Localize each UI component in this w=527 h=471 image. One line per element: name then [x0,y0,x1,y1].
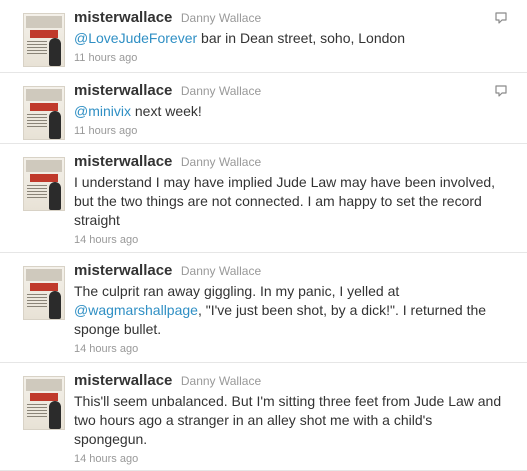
tweet-header: misterwallace Danny Wallace [74,8,504,28]
tweet-header: misterwallace Danny Wallace [74,81,504,101]
tweet-timestamp[interactable]: 14 hours ago [74,342,504,356]
avatar[interactable] [23,376,65,430]
avatar[interactable] [23,157,65,211]
tweet-item: misterwallace Danny Wallace @minivix nex… [0,73,527,144]
reply-bubble-icon[interactable] [494,11,508,25]
mention-link[interactable]: @LoveJudeForever [74,30,197,46]
tweet-timestamp[interactable]: 11 hours ago [74,51,504,65]
tweet-content: misterwallace Danny Wallace @minivix nex… [74,81,504,138]
tweet-item: misterwallace Danny Wallace The culprit … [0,253,527,363]
full-name: Danny Wallace [180,11,262,25]
tweet-header: misterwallace Danny Wallace [74,261,504,281]
screen-name-link[interactable]: misterwallace [74,82,172,99]
tweet-text: The culprit ran away giggling. In my pan… [74,282,504,339]
full-name: Danny Wallace [180,155,262,169]
tweet-text: This'll seem unbalanced. But I'm sitting… [74,393,502,447]
tweet-text-segment: The culprit ran away giggling. In my pan… [74,283,400,299]
screen-name-link[interactable]: misterwallace [74,262,172,279]
avatar[interactable] [23,266,65,320]
tweet-text: @minivix next week! [74,102,504,121]
tweet-header: misterwallace Danny Wallace [74,152,504,172]
screen-name-link[interactable]: misterwallace [74,9,172,26]
mention-link[interactable]: @wagmarshallpage [74,302,198,318]
tweet-item: misterwallace Danny Wallace This'll seem… [0,363,527,471]
tweet-timestamp[interactable]: 11 hours ago [74,124,504,138]
avatar[interactable] [23,86,65,140]
full-name: Danny Wallace [180,374,262,388]
tweet-text: @LoveJudeForever bar in Dean street, soh… [74,29,504,48]
tweet-content: misterwallace Danny Wallace This'll seem… [74,371,504,466]
tweet-content: misterwallace Danny Wallace @LoveJudeFor… [74,8,504,65]
full-name: Danny Wallace [180,84,262,98]
tweet-timestamp[interactable]: 14 hours ago [74,452,504,466]
tweet-text: I understand I may have implied Jude Law… [74,174,496,228]
tweet-item: misterwallace Danny Wallace I understand… [0,144,527,253]
mention-link[interactable]: @minivix [74,103,131,119]
reply-bubble-icon[interactable] [494,84,508,98]
tweet-timestamp[interactable]: 14 hours ago [74,233,504,247]
tweet-content: misterwallace Danny Wallace The culprit … [74,261,504,356]
tweet-header: misterwallace Danny Wallace [74,371,504,391]
full-name: Danny Wallace [180,264,262,278]
tweet-text-segment: bar in Dean street, soho, London [197,30,405,46]
screen-name-link[interactable]: misterwallace [74,372,172,389]
tweet-timeline: misterwallace Danny Wallace @LoveJudeFor… [0,0,527,471]
avatar[interactable] [23,13,65,67]
tweet-content: misterwallace Danny Wallace I understand… [74,152,504,247]
tweet-item: misterwallace Danny Wallace @LoveJudeFor… [0,0,527,73]
tweet-text-segment: next week! [131,103,202,119]
screen-name-link[interactable]: misterwallace [74,153,172,170]
